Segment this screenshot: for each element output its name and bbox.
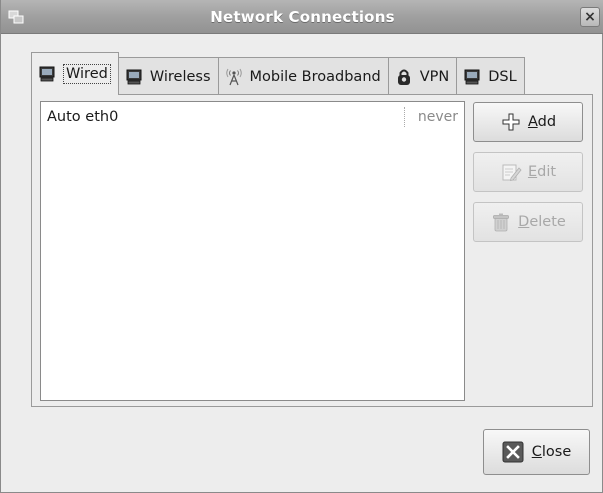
- network-connections-window: Network Connections × Wired Wireless Mob…: [0, 0, 603, 493]
- tab-mobile-broadband-label: Mobile Broadband: [249, 68, 381, 85]
- add-label: Add: [527, 114, 557, 130]
- vpn-lock-icon: [397, 69, 410, 85]
- title-bar[interactable]: Network Connections ×: [1, 0, 603, 34]
- delete-label: Delete: [518, 214, 566, 230]
- delete-button[interactable]: Delete: [473, 202, 583, 242]
- tab-wireless-label: Wireless: [149, 68, 211, 85]
- tab-vpn[interactable]: VPN: [387, 57, 458, 95]
- tab-mobile-broadband[interactable]: Mobile Broadband: [217, 57, 389, 95]
- close-label: Close: [531, 444, 572, 460]
- tab-wired-label: Wired: [63, 64, 111, 84]
- close-button[interactable]: Close: [483, 429, 590, 475]
- tab-dsl-label: DSL: [488, 68, 517, 85]
- window-title: Network Connections: [210, 8, 395, 26]
- add-button[interactable]: Add: [473, 102, 583, 142]
- edit-icon: [502, 164, 522, 182]
- table-row[interactable]: Auto eth0 never: [41, 102, 464, 132]
- connection-last-used: never: [417, 109, 458, 125]
- add-icon: [502, 113, 520, 131]
- connection-type-tabs: Wired Wireless Mobile Broadband VPN DSL: [31, 52, 525, 95]
- tab-page-wired: Auto eth0 never Add Edit Delete: [31, 94, 593, 407]
- mobile-broadband-icon: [225, 68, 242, 85]
- close-icon: [502, 441, 524, 463]
- close-icon: ×: [584, 9, 596, 25]
- tab-wireless[interactable]: Wireless: [117, 57, 219, 95]
- trash-icon: [493, 213, 510, 232]
- connections-list[interactable]: Auto eth0 never: [40, 101, 465, 401]
- tab-wired[interactable]: Wired: [31, 52, 119, 95]
- connection-name: Auto eth0: [47, 109, 119, 125]
- tab-dsl[interactable]: DSL: [456, 57, 525, 95]
- edit-label: Edit: [527, 164, 557, 180]
- window-close-button[interactable]: ×: [580, 7, 600, 27]
- tab-vpn-label: VPN: [419, 68, 450, 85]
- wired-network-icon: [39, 66, 55, 82]
- edit-button[interactable]: Edit: [473, 152, 583, 192]
- column-separator: [404, 107, 405, 127]
- dsl-network-icon: [464, 69, 480, 84]
- wireless-network-icon: [126, 69, 142, 84]
